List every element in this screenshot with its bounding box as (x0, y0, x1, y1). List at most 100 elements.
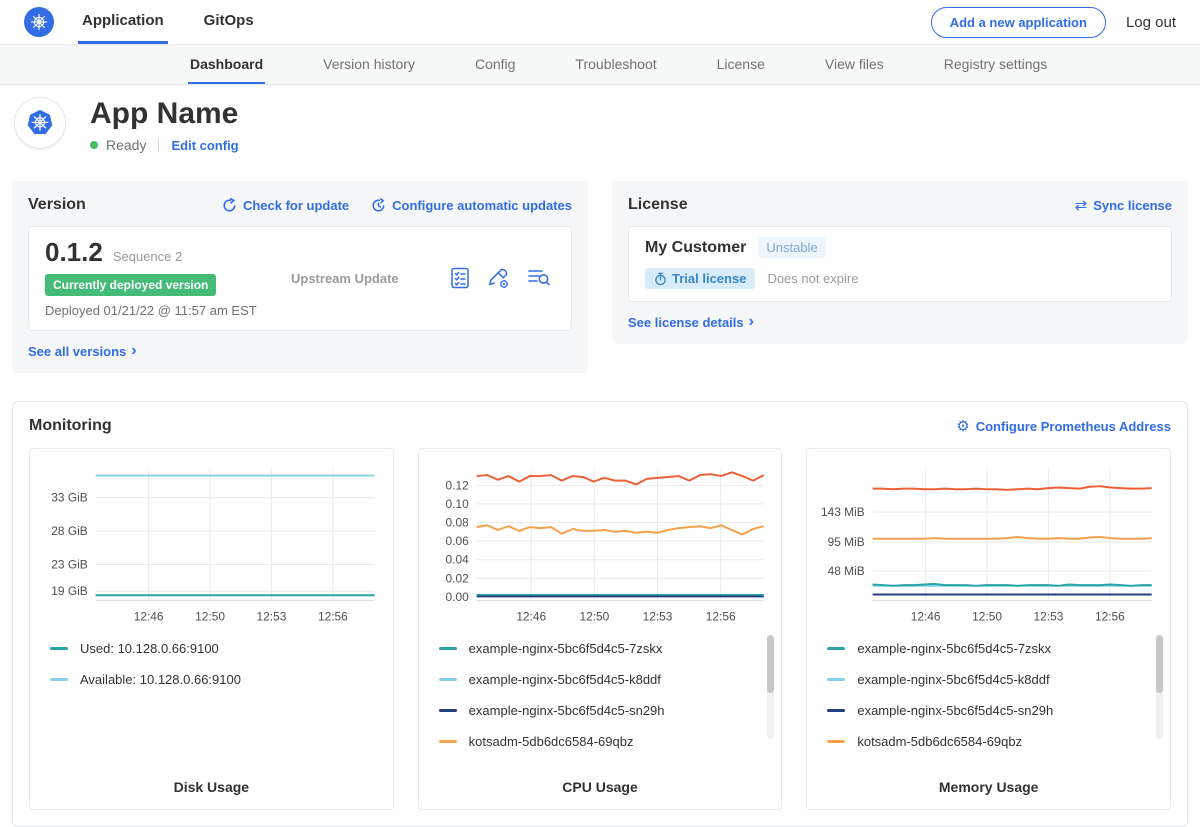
legend-label: kotsadm-5db6dc6584-69qbz (469, 734, 634, 749)
legend-swatch (827, 678, 845, 681)
y-tick-label: 0.06 (445, 534, 469, 548)
charts-row: 12:46 12:50 12:53 12:56 33 GiB 28 GiB 23 GiB 19… (29, 448, 1171, 810)
deploy-logs-icon[interactable] (527, 266, 551, 290)
chart-legend: Used: 10.128.0.66:9100 Available: 10.128.… (50, 641, 383, 703)
legend-swatch (50, 678, 68, 681)
y-tick-label: 23 GiB (51, 557, 87, 571)
y-tick-label: 143 MiB (821, 505, 865, 519)
x-tick-label: 12:56 (1095, 609, 1125, 623)
legend-item: example-nginx-5bc6f5d4c5-7zskx (827, 641, 1160, 656)
legend-item: kotsadm-5db6dc6584-69qbz (439, 734, 772, 749)
top-nav: Application GitOps Add a new application… (0, 0, 1200, 44)
tab-version-history[interactable]: Version history (321, 45, 417, 84)
app-sub-nav: Dashboard Version history Config Trouble… (0, 44, 1200, 85)
version-card: Version Check for update Configure au (12, 181, 588, 373)
license-type-badge: Trial license (645, 268, 755, 289)
x-tick-label: 12:46 (911, 609, 941, 623)
series-line (873, 584, 1152, 586)
app-name-title: App Name (90, 97, 239, 130)
chart-plot: 12:4612:5012:5312:560.120.100.080.060.04… (429, 459, 772, 629)
legend-swatch (439, 678, 457, 681)
monitoring-panel: Monitoring ⚙ Configure Prometheus Addres… (12, 401, 1188, 827)
legend-label: Available: 10.128.0.66:9100 (80, 672, 241, 687)
chart-legend: example-nginx-5bc6f5d4c5-7zskx example-ng… (827, 641, 1160, 765)
x-tick-label: 12:53 (642, 609, 672, 623)
legend-label: Used: 10.128.0.66:9100 (80, 641, 219, 656)
legend-item: Used: 10.128.0.66:9100 (50, 641, 383, 656)
legend-swatch (827, 740, 845, 743)
version-number: 0.1.2 (45, 237, 103, 268)
version-sequence: Sequence 2 (113, 249, 182, 264)
configure-prometheus-link[interactable]: ⚙ Configure Prometheus Address (956, 417, 1171, 435)
current-version-row: 0.1.2 Sequence 2 Currently deployed vers… (28, 226, 572, 331)
version-card-title: Version (28, 196, 86, 214)
monitoring-title: Monitoring (29, 417, 112, 435)
legend-swatch (439, 740, 457, 743)
configure-automatic-updates-link[interactable]: Configure automatic updates (371, 198, 572, 213)
x-tick-label: 12:53 (1034, 609, 1064, 623)
license-card: License ⇄ Sync license My Customer Unsta… (612, 181, 1188, 344)
preflight-checks-icon[interactable] (449, 266, 471, 290)
series-line (873, 537, 1152, 539)
legend-label: example-nginx-5bc6f5d4c5-k8ddf (469, 672, 661, 687)
gear-icon: ⚙ (956, 417, 969, 435)
legend-item: kotsadm-5db6dc6584-69qbz (827, 734, 1160, 749)
license-card-title: License (628, 196, 688, 214)
x-tick-label: 12:53 (257, 609, 287, 623)
deployed-timestamp: Deployed 01/21/22 @ 11:57 am EST (45, 303, 265, 318)
tab-view-files[interactable]: View files (823, 45, 886, 84)
add-application-button[interactable]: Add a new application (931, 7, 1106, 38)
see-all-versions-link[interactable]: See all versions › (28, 343, 137, 359)
tab-troubleshoot[interactable]: Troubleshoot (573, 45, 658, 84)
y-tick-label: 0.00 (445, 590, 469, 604)
tab-registry-settings[interactable]: Registry settings (942, 45, 1049, 84)
tab-config[interactable]: Config (473, 45, 517, 84)
legend-scrollbar (1156, 635, 1163, 739)
logout-link[interactable]: Log out (1126, 14, 1176, 31)
y-tick-label: 19 GiB (51, 584, 87, 598)
legend-label: kotsadm-5db6dc6584-69qbz (857, 734, 1022, 749)
y-tick-label: 0.04 (445, 553, 469, 567)
legend-swatch (827, 709, 845, 712)
topnav-tab-application[interactable]: Application (78, 0, 168, 44)
legend-swatch (827, 647, 845, 650)
tab-license[interactable]: License (715, 45, 767, 84)
x-tick-label: 12:46 (516, 609, 546, 623)
deployed-version-badge: Currently deployed version (45, 274, 216, 296)
y-tick-label: 0.02 (445, 571, 469, 585)
y-tick-label: 0.08 (445, 515, 469, 529)
legend-swatch (50, 647, 68, 650)
divider (158, 138, 159, 152)
sync-license-link[interactable]: ⇄ Sync license (1075, 196, 1172, 214)
x-tick-label: 12:46 (134, 609, 164, 623)
chart-plot: 12:4612:5012:5312:56143 MiB95 MiB48 MiB (817, 459, 1160, 629)
legend-label: example-nginx-5bc6f5d4c5-7zskx (857, 641, 1051, 656)
chart-legend: example-nginx-5bc6f5d4c5-7zskxexample-ng… (439, 641, 772, 765)
legend-item: example-nginx-5bc6f5d4c5-k8ddf (827, 672, 1160, 687)
app-logo-icon (14, 97, 66, 149)
x-tick-label: 12:50 (195, 609, 225, 623)
see-license-details-link[interactable]: See license details › (628, 314, 754, 330)
tab-dashboard[interactable]: Dashboard (188, 45, 265, 84)
check-for-update-link[interactable]: Check for update (222, 198, 349, 213)
chart-card-disk-usage: 12:4612:5012:5312:5633 GiB28 GiB23 GiB19… (29, 448, 394, 810)
y-tick-label: 28 GiB (51, 524, 87, 538)
legend-label: example-nginx-5bc6f5d4c5-sn29h (857, 703, 1053, 718)
topnav-tab-gitops[interactable]: GitOps (200, 0, 258, 44)
legend-scrollbar-thumb[interactable] (1156, 635, 1163, 693)
channel-badge: Unstable (758, 237, 825, 258)
legend-label: example-nginx-5bc6f5d4c5-sn29h (469, 703, 665, 718)
chart-title: Disk Usage (40, 765, 383, 795)
chevron-right-icon: › (749, 314, 754, 330)
legend-scrollbar-thumb[interactable] (767, 635, 774, 693)
chart-plot: 12:4612:5012:5312:5633 GiB28 GiB23 GiB19… (40, 459, 383, 629)
edit-config-link[interactable]: Edit config (171, 138, 238, 153)
chart-card-cpu-usage: 12:4612:5012:5312:560.120.100.080.060.04… (418, 448, 783, 810)
y-tick-label: 0.10 (445, 497, 469, 511)
legend-item: example-nginx-5bc6f5d4c5-sn29h (439, 703, 772, 718)
ready-status-dot (90, 141, 98, 149)
y-tick-label: 33 GiB (51, 491, 87, 505)
license-summary: My Customer Unstable Trial license Does … (628, 226, 1172, 302)
edit-config-values-icon[interactable] (487, 266, 511, 290)
legend-item: example-nginx-5bc6f5d4c5-k8ddf (439, 672, 772, 687)
